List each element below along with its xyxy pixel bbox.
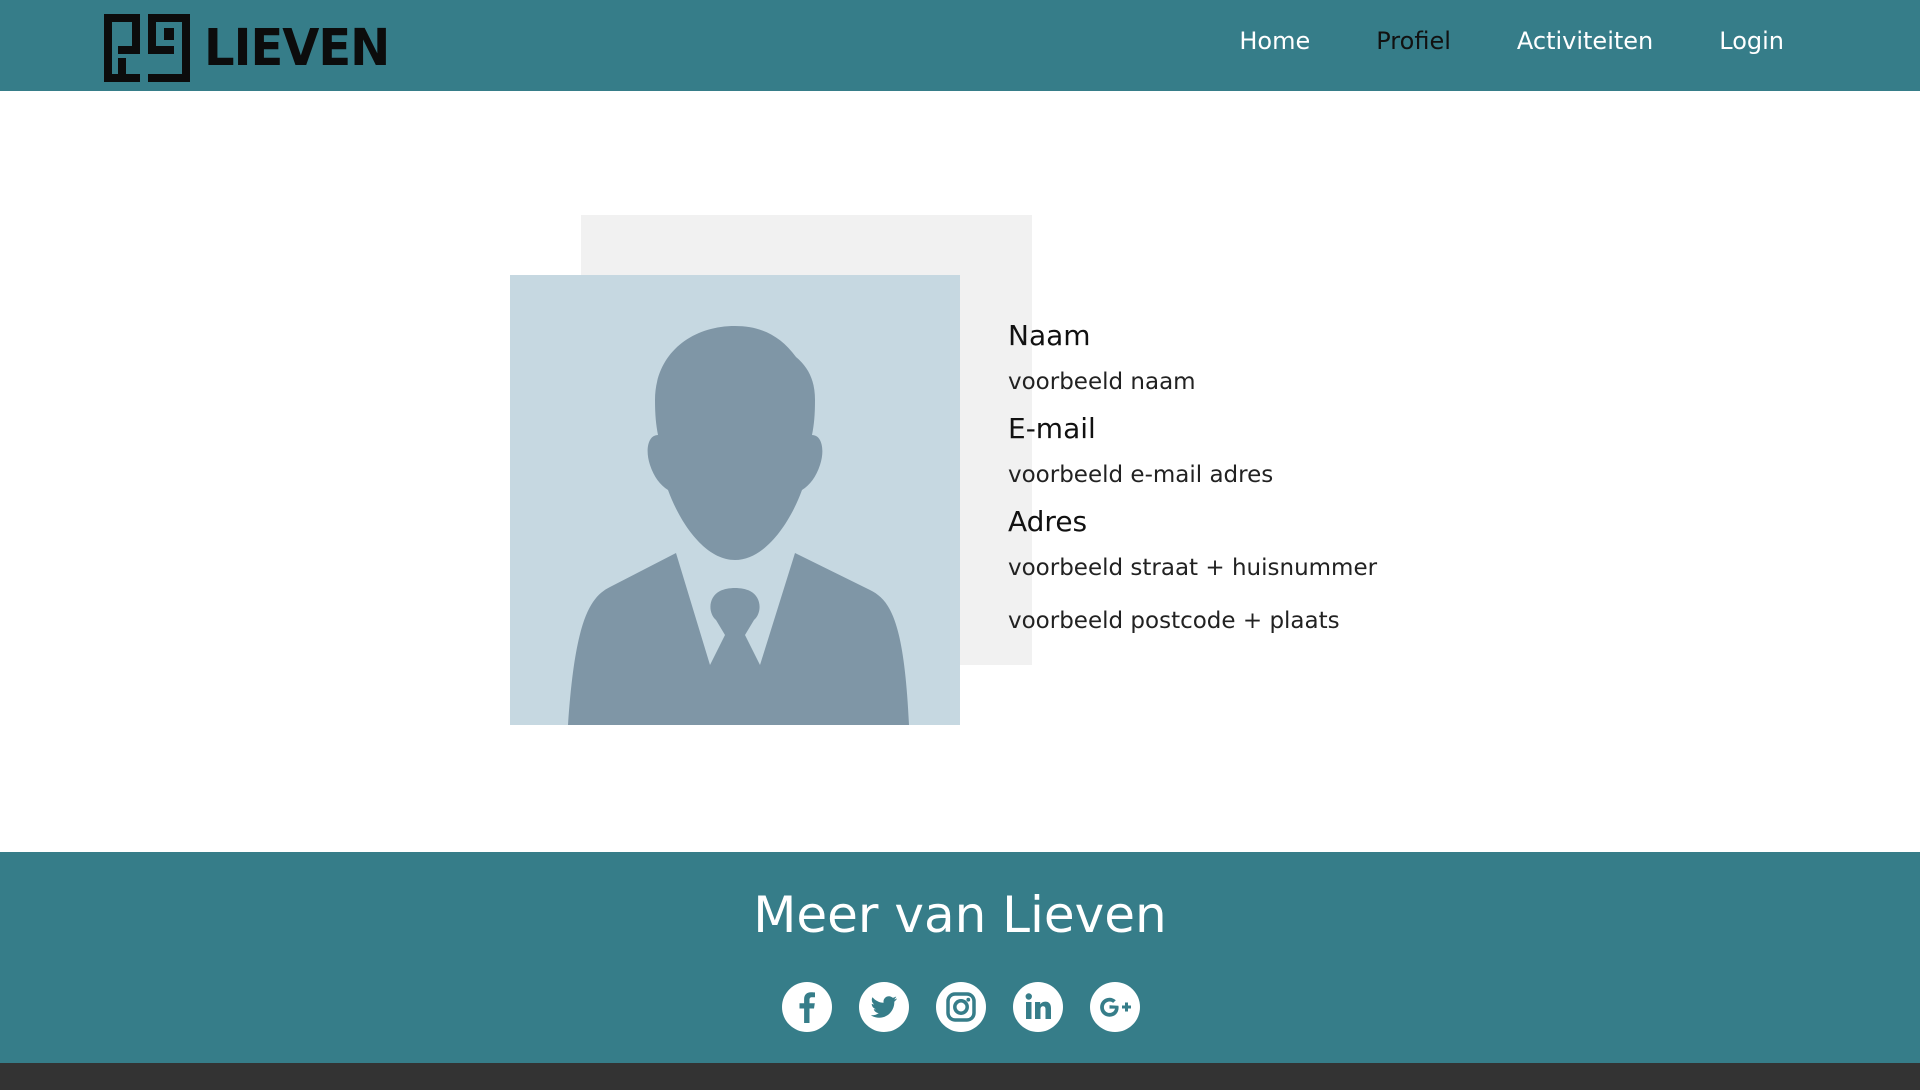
linkedin-icon[interactable] — [1013, 982, 1063, 1032]
logo[interactable]: LIEVEN — [104, 14, 390, 82]
facebook-icon[interactable] — [782, 982, 832, 1032]
nav-item-activiteiten[interactable]: Activiteiten — [1517, 27, 1653, 55]
name-heading: Naam — [1008, 319, 1091, 352]
google-plus-icon[interactable] — [1090, 982, 1140, 1032]
nav-item-login[interactable]: Login — [1719, 27, 1784, 55]
twitter-icon[interactable] — [859, 982, 909, 1032]
social-links — [782, 982, 1140, 1032]
bottom-bar — [0, 1063, 1920, 1090]
top-navbar: LIEVEN Home Profiel Activiteiten Login — [0, 0, 1920, 91]
nav-item-home[interactable]: Home — [1239, 27, 1310, 55]
avatar — [510, 275, 960, 725]
brand-name: LIEVEN — [204, 18, 390, 78]
nav-item-profiel[interactable]: Profiel — [1376, 27, 1451, 55]
footer: Meer van Lieven — [0, 852, 1920, 1063]
main-nav: Home Profiel Activiteiten Login — [1239, 0, 1784, 81]
profile-info: Naam voorbeeld naam E-mail voorbeeld e-m… — [1008, 316, 1608, 648]
address-street: voorbeeld straat + huisnummer — [1008, 555, 1378, 581]
logo-mark-icon — [104, 14, 190, 82]
name-value: voorbeeld naam — [1008, 369, 1196, 395]
instagram-icon[interactable] — [936, 982, 986, 1032]
person-placeholder-icon — [568, 326, 909, 725]
address-heading: Adres — [1008, 505, 1088, 538]
footer-title: Meer van Lieven — [753, 886, 1167, 944]
email-heading: E-mail — [1008, 412, 1096, 445]
email-value: voorbeeld e-mail adres — [1008, 462, 1274, 488]
address-city: voorbeeld postcode + plaats — [1008, 608, 1340, 634]
